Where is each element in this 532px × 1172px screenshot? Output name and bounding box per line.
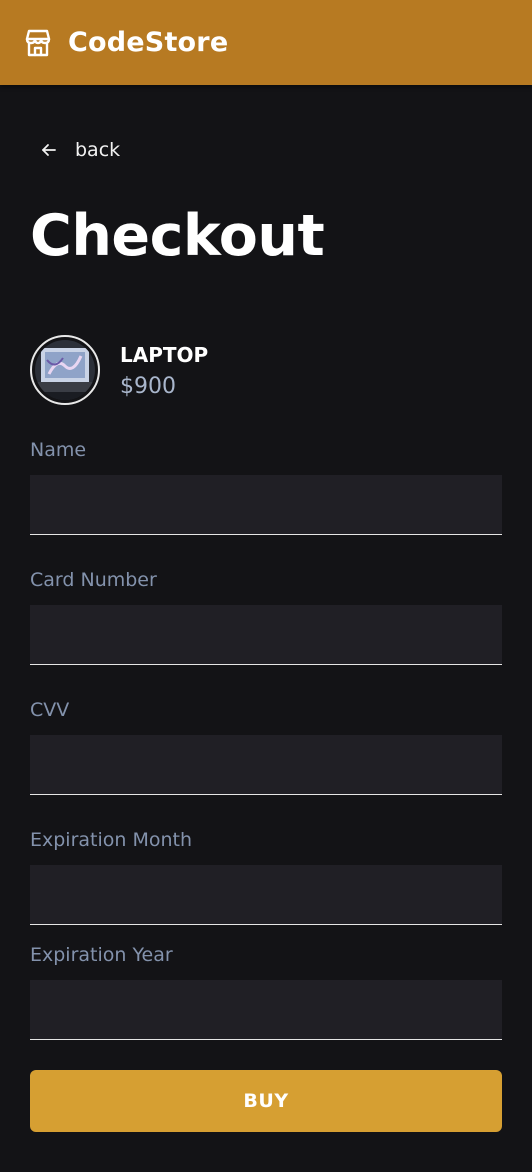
app-header: CodeStore bbox=[0, 0, 532, 85]
expiration-month-label: Expiration Month bbox=[30, 829, 193, 851]
product-price: $900 bbox=[120, 374, 176, 399]
name-label: Name bbox=[30, 439, 87, 461]
card-number-field[interactable] bbox=[30, 605, 502, 665]
expiration-year-label: Expiration Year bbox=[30, 944, 173, 966]
expiration-month-field[interactable] bbox=[30, 865, 502, 925]
card-number-label: Card Number bbox=[30, 569, 157, 591]
cvv-label: CVV bbox=[30, 699, 70, 721]
buy-button[interactable]: BUY bbox=[30, 1070, 502, 1132]
laptop-photo-icon bbox=[35, 340, 95, 400]
back-link[interactable]: back bbox=[40, 136, 120, 164]
page-title: Checkout bbox=[30, 203, 325, 269]
product-info: LAPTOP $900 bbox=[120, 339, 208, 403]
brand-name[interactable]: CodeStore bbox=[68, 27, 228, 58]
product-name: LAPTOP bbox=[120, 343, 209, 367]
back-label: back bbox=[75, 139, 121, 161]
name-field[interactable] bbox=[30, 475, 502, 535]
expiration-year-field[interactable] bbox=[30, 980, 502, 1040]
product-thumbnail bbox=[30, 335, 100, 405]
cvv-field[interactable] bbox=[30, 735, 502, 795]
product-summary: LAPTOP $900 bbox=[30, 335, 208, 405]
storefront-icon[interactable] bbox=[22, 27, 54, 59]
arrow-left-icon bbox=[42, 144, 56, 156]
